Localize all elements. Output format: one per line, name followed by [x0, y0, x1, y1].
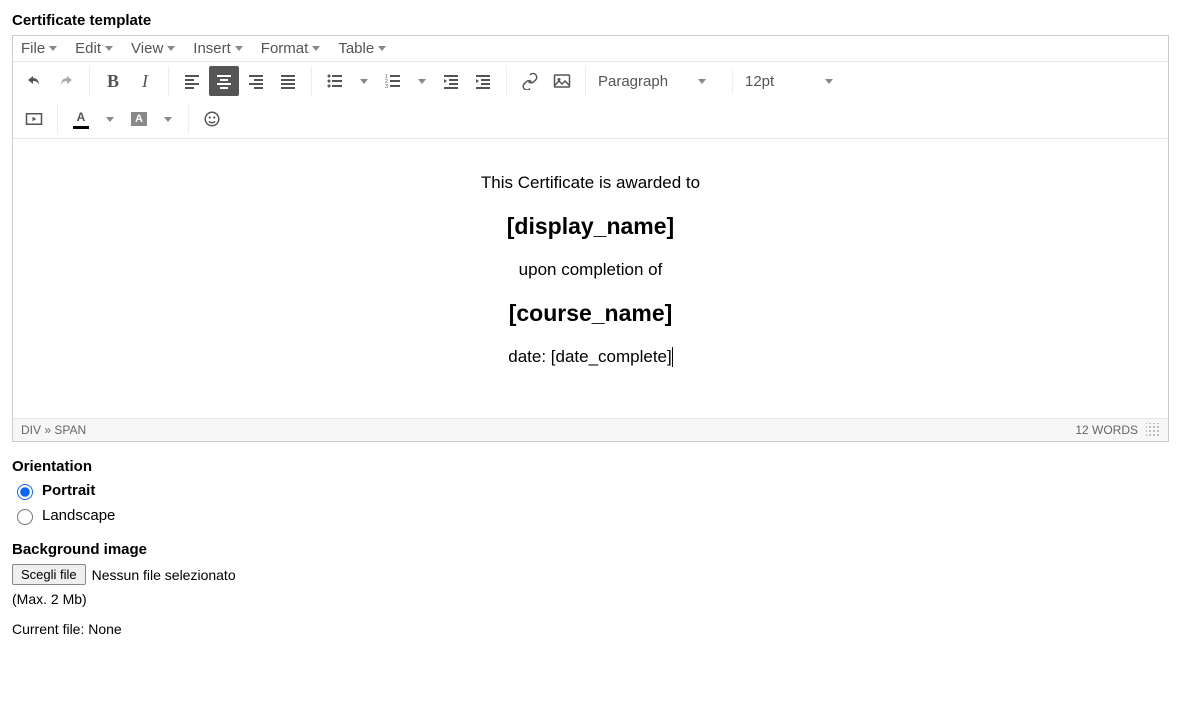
caret-icon — [235, 46, 243, 51]
file-status-text: Nessun file selezionato — [92, 567, 236, 583]
caret-icon — [312, 46, 320, 51]
italic-button[interactable]: I — [130, 66, 160, 96]
caret-icon — [164, 117, 172, 122]
content-line: upon completion of — [27, 260, 1154, 280]
align-center-button[interactable] — [209, 66, 239, 96]
number-list-button[interactable]: 123 — [378, 66, 408, 96]
menu-view-label: View — [131, 40, 163, 57]
content-line-bold: [course_name] — [27, 300, 1154, 327]
orientation-landscape-label[interactable]: Landscape — [42, 507, 115, 524]
editor-statusbar: DIV » SPAN 12 WORDS — [13, 419, 1168, 441]
svg-text:3: 3 — [385, 84, 388, 89]
menu-format[interactable]: Format — [261, 40, 321, 57]
text-color-button[interactable]: A — [66, 104, 96, 134]
editor-toolbar: B I 123 Paragraph 12pt — [13, 62, 1168, 139]
bullet-list-dropdown[interactable] — [352, 66, 376, 96]
emoji-button[interactable] — [197, 104, 227, 134]
certificate-template-label: Certificate template — [12, 12, 1169, 29]
choose-file-button[interactable]: Scegli file — [12, 564, 86, 585]
bold-button[interactable]: B — [98, 66, 128, 96]
content-line: date: [date_complete] — [27, 347, 1154, 368]
word-count: 12 WORDS — [1075, 423, 1138, 437]
orientation-portrait-label[interactable]: Portrait — [42, 482, 95, 499]
caret-icon — [698, 79, 706, 84]
editor-content-area[interactable]: This Certificate is awarded to [display_… — [13, 139, 1168, 419]
editor-menubar: File Edit View Insert Format Table — [13, 36, 1168, 62]
image-button[interactable] — [547, 66, 577, 96]
number-list-dropdown[interactable] — [410, 66, 434, 96]
align-left-button[interactable] — [177, 66, 207, 96]
menu-insert[interactable]: Insert — [193, 40, 243, 57]
menu-edit[interactable]: Edit — [75, 40, 113, 57]
indent-button[interactable] — [468, 66, 498, 96]
caret-icon — [825, 79, 833, 84]
content-line-bold: [display_name] — [27, 213, 1154, 240]
font-size-select[interactable]: 12pt — [741, 69, 851, 94]
block-format-value: Paragraph — [598, 73, 668, 90]
menu-table-label: Table — [338, 40, 374, 57]
file-size-hint: (Max. 2 Mb) — [12, 591, 1169, 607]
align-justify-button[interactable] — [273, 66, 303, 96]
caret-icon — [167, 46, 175, 51]
caret-icon — [378, 46, 386, 51]
menu-format-label: Format — [261, 40, 309, 57]
menu-insert-label: Insert — [193, 40, 231, 57]
orientation-label: Orientation — [12, 458, 1169, 475]
block-format-select[interactable]: Paragraph — [594, 69, 724, 94]
bg-color-dropdown[interactable] — [156, 104, 180, 134]
caret-icon — [418, 79, 426, 84]
menu-table[interactable]: Table — [338, 40, 386, 57]
link-button[interactable] — [515, 66, 545, 96]
font-size-value: 12pt — [745, 73, 774, 90]
redo-button[interactable] — [51, 66, 81, 96]
menu-file-label: File — [21, 40, 45, 57]
current-file-text: Current file: None — [12, 621, 1169, 637]
bullet-list-button[interactable] — [320, 66, 350, 96]
caret-icon — [49, 46, 57, 51]
media-button[interactable] — [19, 104, 49, 134]
richtext-editor: File Edit View Insert Format Table B I 1… — [12, 35, 1169, 442]
caret-icon — [106, 117, 114, 122]
menu-file[interactable]: File — [21, 40, 57, 57]
bg-color-button[interactable]: A — [124, 104, 154, 134]
orientation-landscape-radio[interactable] — [17, 509, 33, 525]
background-image-label: Background image — [12, 541, 1169, 558]
resize-handle[interactable] — [1146, 423, 1160, 437]
orientation-portrait-radio[interactable] — [17, 484, 33, 500]
caret-icon — [105, 46, 113, 51]
align-right-button[interactable] — [241, 66, 271, 96]
element-path[interactable]: DIV » SPAN — [21, 423, 86, 437]
undo-button[interactable] — [19, 66, 49, 96]
caret-icon — [360, 79, 368, 84]
content-line: This Certificate is awarded to — [27, 173, 1154, 193]
outdent-button[interactable] — [436, 66, 466, 96]
menu-edit-label: Edit — [75, 40, 101, 57]
menu-view[interactable]: View — [131, 40, 175, 57]
text-color-dropdown[interactable] — [98, 104, 122, 134]
